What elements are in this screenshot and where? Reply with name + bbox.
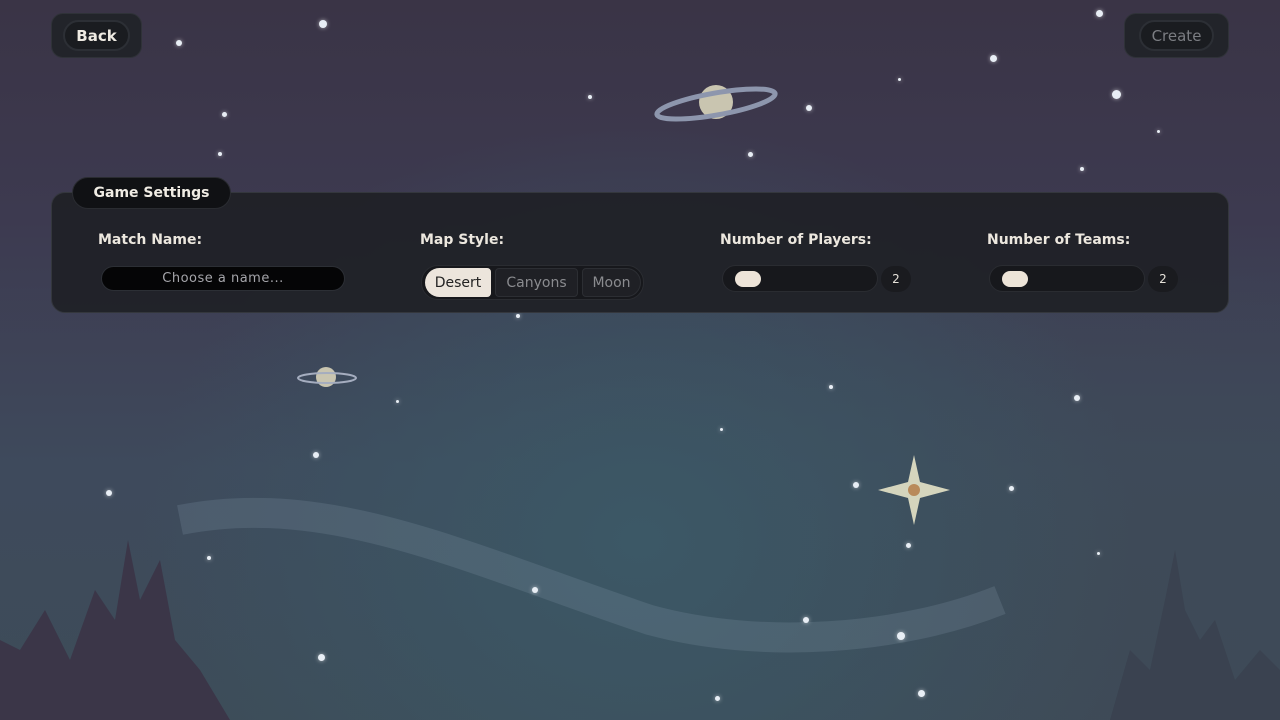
teams-value: 2 (1148, 266, 1178, 292)
players-slider-thumb[interactable] (735, 271, 761, 287)
background-art (0, 85, 1280, 720)
map-style-label: Map Style: (420, 232, 505, 248)
star (207, 556, 211, 560)
map-style-option-moon[interactable]: Moon (582, 268, 641, 297)
star (829, 385, 833, 389)
number-of-players-label: Number of Players: (720, 232, 872, 248)
match-name-input[interactable] (101, 266, 345, 291)
star (176, 40, 182, 46)
players-value: 2 (881, 266, 911, 292)
mountain-right (1110, 550, 1280, 720)
star (715, 696, 720, 701)
star (588, 95, 592, 99)
star (906, 543, 911, 548)
map-style-selector: Desert Canyons Moon (421, 265, 644, 300)
star (319, 20, 327, 28)
star (106, 490, 112, 496)
ringed-planet-large-icon (654, 85, 778, 122)
map-style-option-desert[interactable]: Desert (425, 268, 491, 297)
teams-slider[interactable] (989, 265, 1145, 292)
ringed-planet-small-icon (297, 367, 357, 387)
game-settings-panel (51, 192, 1229, 313)
star (516, 314, 520, 318)
star (806, 105, 812, 111)
star (990, 55, 997, 62)
mountain-left (0, 540, 230, 720)
nebula-streak (177, 497, 1006, 653)
star (396, 400, 399, 403)
match-name-label: Match Name: (98, 232, 203, 248)
star (853, 482, 859, 488)
star (1112, 90, 1121, 99)
star (318, 654, 325, 661)
create-button[interactable]: Create (1138, 20, 1215, 51)
star (1097, 552, 1100, 555)
star (898, 78, 901, 81)
star (218, 152, 222, 156)
star (532, 587, 538, 593)
number-of-teams-label: Number of Teams: (987, 232, 1131, 248)
star (1080, 167, 1084, 171)
teams-slider-thumb[interactable] (1002, 271, 1028, 287)
star (720, 428, 723, 431)
star (897, 632, 905, 640)
back-button-frame: Back (51, 13, 142, 58)
star (748, 152, 753, 157)
sparkle-star-icon (878, 455, 950, 525)
map-style-option-canyons[interactable]: Canyons (495, 268, 578, 297)
star (1096, 10, 1103, 17)
star (803, 617, 809, 623)
star (313, 452, 319, 458)
space-background (0, 0, 1280, 720)
star (1157, 130, 1160, 133)
players-slider[interactable] (722, 265, 878, 292)
back-button[interactable]: Back (63, 20, 130, 51)
game-settings-title: Game Settings (72, 177, 231, 209)
create-button-frame: Create (1124, 13, 1229, 58)
star (918, 690, 925, 697)
star (1009, 486, 1014, 491)
star (1074, 395, 1080, 401)
star (222, 112, 227, 117)
